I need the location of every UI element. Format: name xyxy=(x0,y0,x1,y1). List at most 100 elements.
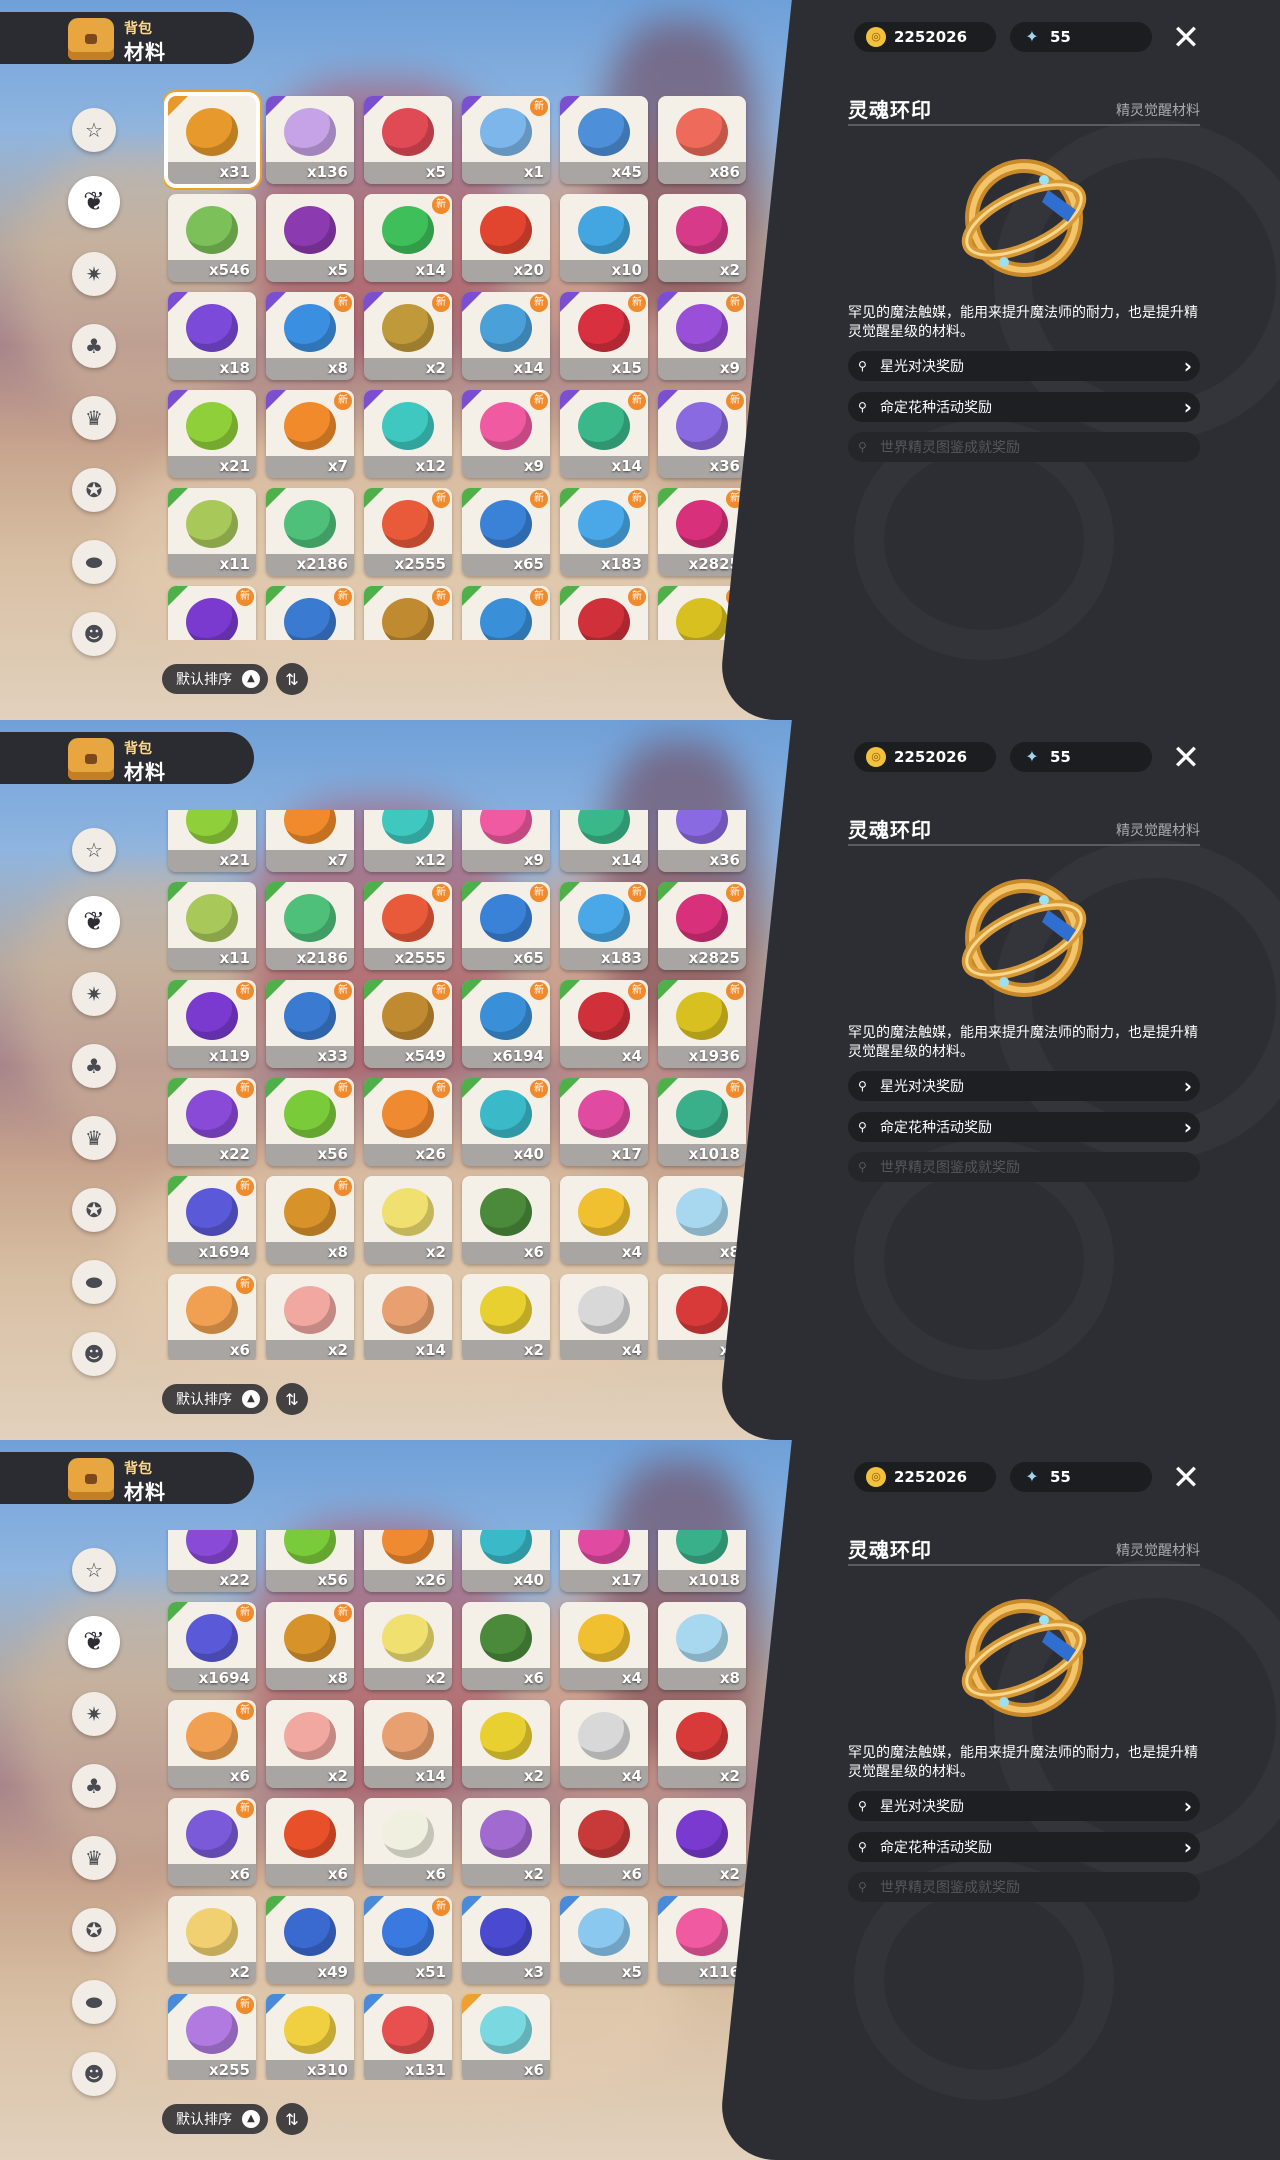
item-slot[interactable]: x6 新 xyxy=(168,1798,256,1886)
nav-tab-spark[interactable]: ✷ xyxy=(72,972,116,1016)
item-slot[interactable]: x255 新 xyxy=(168,1994,256,2080)
item-slot[interactable]: x65 新 xyxy=(462,488,550,576)
inventory-grid[interactable]: x31x136x5x1新x45x86x546x5x14新x20x10x2x18x… xyxy=(164,810,752,1360)
item-slot[interactable]: x6 xyxy=(364,1798,452,1886)
item-slot[interactable]: x2 xyxy=(462,1274,550,1360)
item-slot[interactable]: x1694 新 xyxy=(168,1176,256,1264)
item-slot[interactable]: x14 xyxy=(364,1700,452,1788)
source-row[interactable]: ⚲ 星光对决奖励 › xyxy=(848,351,1200,381)
item-slot[interactable]: x2555 新 xyxy=(364,882,452,970)
nav-tab-gem-ball[interactable]: ✪ xyxy=(72,468,116,512)
close-button[interactable]: ✕ xyxy=(1166,1458,1206,1498)
item-slot[interactable]: x26新 xyxy=(364,1078,452,1166)
item-slot[interactable]: x1 新 xyxy=(462,96,550,184)
item-slot[interactable]: x9新 xyxy=(462,810,550,872)
nav-tab-crown-card[interactable]: ♛ xyxy=(72,1836,116,1880)
item-slot[interactable]: x15 新 xyxy=(560,292,648,380)
item-slot[interactable]: x2 新 xyxy=(364,292,452,380)
sort-direction-button[interactable]: ⇅ xyxy=(276,1383,308,1415)
item-slot[interactable]: x183 新 xyxy=(560,488,648,576)
nav-tab-sprout[interactable]: ♣ xyxy=(72,324,116,368)
item-slot[interactable]: x17 xyxy=(560,1078,648,1166)
nav-tab-star-badge[interactable]: ☆ xyxy=(72,828,116,872)
item-slot[interactable]: x14新 xyxy=(364,194,452,282)
nav-tab-star-badge[interactable]: ☆ xyxy=(72,1548,116,1592)
sort-direction-button[interactable]: ⇅ xyxy=(276,2103,308,2135)
sort-dropdown[interactable]: 默认排序 ▲ xyxy=(162,2104,268,2134)
inventory-grid[interactable]: x31x136x5x1新x45x86x546x5x14新x20x10x2x18x… xyxy=(164,1530,752,2080)
item-slot[interactable]: x11 xyxy=(168,882,256,970)
nav-tab-spark[interactable]: ✷ xyxy=(72,1692,116,1736)
item-slot[interactable]: x119新 xyxy=(168,980,256,1068)
item-slot[interactable]: x10 xyxy=(560,194,648,282)
item-slot[interactable]: x9新 xyxy=(462,390,550,478)
item-slot[interactable]: x9新 xyxy=(658,292,746,380)
nav-tab-chest-face[interactable]: ☻ xyxy=(72,1332,116,1376)
item-slot[interactable]: x5 xyxy=(266,194,354,282)
item-slot[interactable]: x17 xyxy=(560,1530,648,1592)
item-slot[interactable]: x119新 xyxy=(168,586,256,640)
item-slot[interactable]: x2 xyxy=(658,194,746,282)
item-slot[interactable]: x4新 xyxy=(560,586,648,640)
item-slot[interactable]: x4 xyxy=(560,1176,648,1264)
nav-tab-acorn[interactable]: ⬬ xyxy=(72,1260,116,1304)
item-slot[interactable]: x51 新 xyxy=(364,1896,452,1984)
close-button[interactable]: ✕ xyxy=(1166,18,1206,58)
item-slot[interactable]: x49 xyxy=(266,1896,354,1984)
close-button[interactable]: ✕ xyxy=(1166,738,1206,778)
item-slot[interactable]: x33新 xyxy=(266,980,354,1068)
item-slot[interactable]: x2 xyxy=(462,1798,550,1886)
nav-tab-sprout[interactable]: ♣ xyxy=(72,1044,116,1088)
source-row[interactable]: ⚲ 命定花种活动奖励 › xyxy=(848,392,1200,422)
item-slot[interactable]: x14新 xyxy=(560,810,648,872)
item-slot[interactable]: x2 xyxy=(364,1602,452,1690)
item-slot[interactable]: x33新 xyxy=(266,586,354,640)
inventory-grid[interactable]: x31x136x5x1新x45x86x546x5x14新x20x10x2x18x… xyxy=(164,90,752,640)
item-slot[interactable]: x8 xyxy=(658,1602,746,1690)
item-slot[interactable]: x56 新 xyxy=(266,1078,354,1166)
item-slot[interactable]: x8 新 xyxy=(266,1176,354,1264)
item-slot[interactable]: x11 xyxy=(168,488,256,576)
item-slot[interactable]: x14新 xyxy=(560,390,648,478)
item-slot[interactable]: x22新 xyxy=(168,1530,256,1592)
source-row[interactable]: ⚲ 命定花种活动奖励 › xyxy=(848,1832,1200,1862)
source-row[interactable]: ⚲ 星光对决奖励 › xyxy=(848,1791,1200,1821)
nav-tab-chest-face[interactable]: ☻ xyxy=(72,2052,116,2096)
source-row[interactable]: ⚲ 星光对决奖励 › xyxy=(848,1071,1200,1101)
item-slot[interactable]: x2 xyxy=(266,1700,354,1788)
item-slot[interactable]: x21 xyxy=(168,810,256,872)
item-slot[interactable]: x4 xyxy=(560,1602,648,1690)
item-slot[interactable]: x4 xyxy=(560,1700,648,1788)
sort-direction-button[interactable]: ⇅ xyxy=(276,663,308,695)
item-slot[interactable]: x8 xyxy=(658,1176,746,1264)
sort-dropdown[interactable]: 默认排序 ▲ xyxy=(162,664,268,694)
sort-dropdown[interactable]: 默认排序 ▲ xyxy=(162,1384,268,1414)
item-slot[interactable]: x116 xyxy=(658,1896,746,1984)
nav-tab-sprout[interactable]: ♣ xyxy=(72,1764,116,1808)
item-slot[interactable]: x2 xyxy=(462,1700,550,1788)
item-slot[interactable]: x1694 新 xyxy=(168,1602,256,1690)
nav-tab-leaf[interactable]: ❦ xyxy=(68,896,120,948)
item-slot[interactable]: x14 xyxy=(364,1274,452,1360)
nav-tab-acorn[interactable]: ⬬ xyxy=(72,1980,116,2024)
item-slot[interactable]: x6 xyxy=(560,1798,648,1886)
item-slot[interactable]: x22新 xyxy=(168,1078,256,1166)
nav-tab-leaf[interactable]: ❦ xyxy=(68,1616,120,1668)
item-slot[interactable]: x6 xyxy=(462,1994,550,2080)
nav-tab-chest-face[interactable]: ☻ xyxy=(72,612,116,656)
item-slot[interactable]: x2 xyxy=(168,1896,256,1984)
item-slot[interactable]: x4新 xyxy=(560,980,648,1068)
item-slot[interactable]: x5 xyxy=(560,1896,648,1984)
item-slot[interactable]: x26新 xyxy=(364,1530,452,1592)
item-slot[interactable]: x45 xyxy=(560,96,648,184)
item-slot[interactable]: x6 xyxy=(266,1798,354,1886)
item-slot[interactable]: x136 xyxy=(266,96,354,184)
item-slot[interactable]: x40新 xyxy=(462,1530,550,1592)
item-slot[interactable]: x183 新 xyxy=(560,882,648,970)
item-slot[interactable]: x2555 新 xyxy=(364,488,452,576)
item-slot[interactable]: x86 xyxy=(658,96,746,184)
item-slot[interactable]: x36 新 xyxy=(658,390,746,478)
item-slot[interactable]: x6 xyxy=(462,1602,550,1690)
item-slot[interactable]: x2825 新 xyxy=(658,882,746,970)
item-slot[interactable]: x18 xyxy=(168,292,256,380)
